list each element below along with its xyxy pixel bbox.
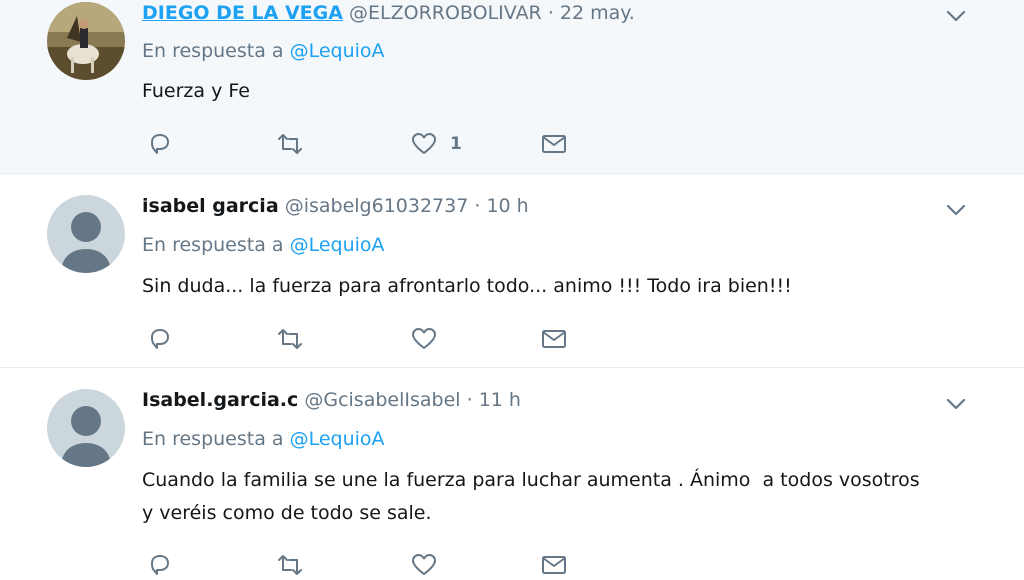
separator-dot: · (547, 2, 554, 24)
author-name[interactable]: DIEGO DE LA VEGA (142, 2, 343, 24)
reply-button[interactable] (146, 129, 174, 159)
tweet-time[interactable]: 10 h (486, 195, 528, 217)
heart-icon (412, 133, 436, 154)
reply-context: En respuesta a @LequioA (142, 40, 385, 62)
chevron-down-icon (946, 398, 966, 410)
like-button[interactable] (410, 324, 438, 354)
envelope-icon (542, 135, 566, 153)
reply-mention-link[interactable]: @LequioA (290, 40, 385, 62)
avatar[interactable] (47, 195, 125, 273)
reply-icon (151, 555, 169, 575)
heart-icon (412, 554, 436, 575)
retweet-button[interactable] (276, 129, 304, 159)
reply-context: En respuesta a @LequioA (142, 234, 385, 256)
reply-mention-link[interactable]: @LequioA (290, 234, 385, 256)
like-button[interactable]: 1 (410, 129, 462, 159)
reply-icon (151, 134, 169, 154)
tweet-text-line: y veréis como de todo se sale. (142, 502, 432, 524)
author-handle[interactable]: @GcisabelIsabel (304, 389, 460, 411)
tweet[interactable]: Isabel.garcia.c @GcisabelIsabel · 11 h E… (0, 368, 1024, 576)
tweet-text-line: Cuando la familia se une la fuerza para … (142, 469, 920, 491)
retweet-icon (278, 555, 302, 575)
retweet-icon (278, 329, 302, 349)
chevron-down-icon (946, 10, 966, 22)
tweet[interactable]: DIEGO DE LA VEGA @ELZORROBOLIVAR · 22 ma… (0, 0, 1024, 174)
reply-prefix: En respuesta a (142, 40, 284, 62)
separator-dot: · (466, 389, 473, 411)
tweet-menu-button[interactable] (944, 198, 968, 222)
author-name[interactable]: Isabel.garcia.c (142, 389, 298, 411)
author-name[interactable]: isabel garcia (142, 195, 279, 217)
reply-context: En respuesta a @LequioA (142, 428, 385, 450)
chevron-down-icon (946, 204, 966, 216)
tweet-time[interactable]: 22 may. (560, 2, 635, 24)
author-handle[interactable]: @isabelg61032737 (285, 195, 469, 217)
reply-mention-link[interactable]: @LequioA (290, 428, 385, 450)
tweet-header: isabel garcia @isabelg61032737 · 10 h (142, 195, 529, 217)
tweet-menu-button[interactable] (944, 4, 968, 28)
tweet-header: DIEGO DE LA VEGA @ELZORROBOLIVAR · 22 ma… (142, 2, 635, 24)
envelope-icon (542, 556, 566, 574)
retweet-button[interactable] (276, 324, 304, 354)
reply-button[interactable] (146, 324, 174, 354)
tweet-menu-button[interactable] (944, 392, 968, 416)
separator-dot: · (474, 195, 481, 217)
avatar[interactable] (47, 389, 125, 467)
direct-message-button[interactable] (540, 324, 568, 354)
reply-prefix: En respuesta a (142, 234, 284, 256)
like-count: 1 (450, 134, 462, 154)
tweet-text: Cuando la familia se une la fuerza para … (142, 464, 982, 530)
painting-avatar-icon (47, 2, 125, 80)
heart-icon (412, 328, 436, 349)
reply-prefix: En respuesta a (142, 428, 284, 450)
tweet-text: Fuerza y Fe (142, 80, 250, 102)
tweet-time[interactable]: 11 h (479, 389, 521, 411)
tweet-text: Sin duda... la fuerza para afrontarlo to… (142, 275, 792, 297)
author-handle[interactable]: @ELZORROBOLIVAR (349, 2, 542, 24)
tweet-header: Isabel.garcia.c @GcisabelIsabel · 11 h (142, 389, 521, 411)
direct-message-button[interactable] (540, 129, 568, 159)
retweet-icon (278, 134, 302, 154)
envelope-icon (542, 330, 566, 348)
default-avatar-icon (47, 195, 125, 273)
default-avatar-icon (47, 389, 125, 467)
tweet[interactable]: isabel garcia @isabelg61032737 · 10 h En… (0, 174, 1024, 368)
reply-icon (151, 329, 169, 349)
avatar[interactable] (47, 2, 125, 80)
